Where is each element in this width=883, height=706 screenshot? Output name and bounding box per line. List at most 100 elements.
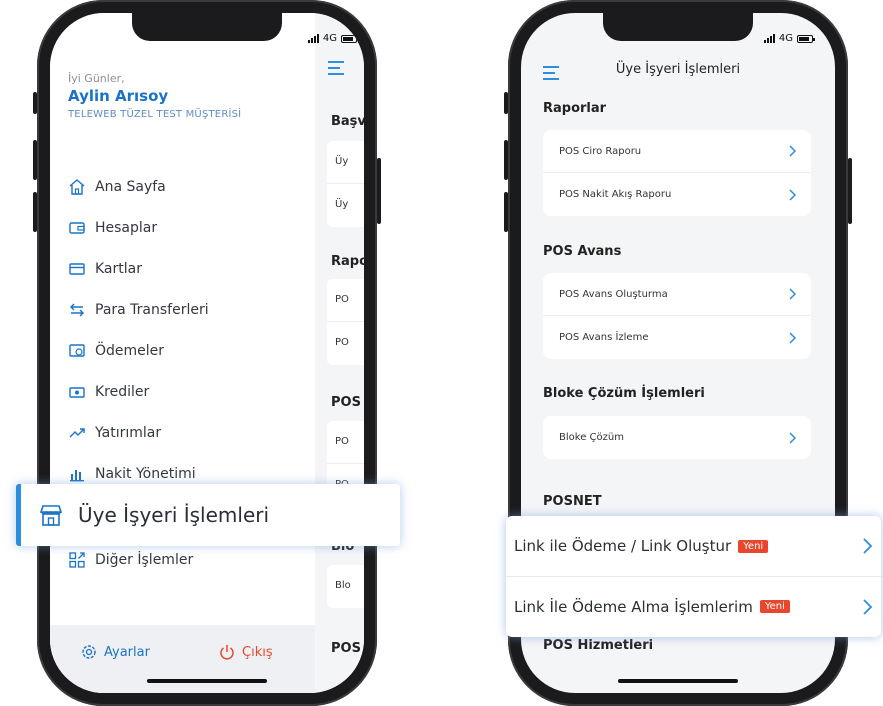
side-button bbox=[504, 192, 508, 232]
chevron-right-icon bbox=[789, 331, 797, 344]
grid-icon bbox=[69, 552, 85, 568]
chevron-right-icon bbox=[789, 431, 797, 444]
chart-icon bbox=[70, 470, 84, 482]
menu-item-nakit-yonetimi[interactable]: Nakit Yönetimi bbox=[68, 465, 196, 483]
cash-icon bbox=[69, 387, 85, 398]
signal-icon bbox=[307, 34, 319, 43]
transfer-icon bbox=[70, 303, 84, 317]
section-card-pos-avans: POS Avans Oluşturma POS Avans İzleme bbox=[543, 273, 811, 359]
status-bar: 4G bbox=[763, 33, 815, 44]
menu-item-yatirimlar[interactable]: Yatırımlar bbox=[68, 424, 161, 442]
new-badge: Yeni bbox=[738, 539, 769, 553]
list-item-pos-nakit-akis-raporu[interactable]: POS Nakit Akış Raporu bbox=[543, 173, 811, 216]
home-icon bbox=[69, 179, 85, 195]
list-item-link-ile-odeme-olustur[interactable]: Link ile Ödeme / Link Oluştur Yeni bbox=[506, 516, 881, 576]
list-item-label: Link İle Ödeme Alma İşlemlerim bbox=[514, 597, 753, 616]
gear-icon bbox=[82, 645, 96, 659]
background-page: Başv Üy Üy Rapo PO PO POS PO PO Blo Blo … bbox=[315, 13, 364, 693]
settings-button[interactable]: Ayarlar bbox=[80, 643, 150, 661]
menu-item-label: Kartlar bbox=[95, 261, 142, 277]
section-title-pos-hizmetleri: POS Hizmetleri bbox=[543, 638, 654, 653]
list-item: Üy bbox=[327, 141, 364, 184]
side-button bbox=[848, 158, 852, 224]
settings-label: Ayarlar bbox=[104, 644, 150, 660]
signal-icon bbox=[763, 34, 775, 43]
section-card: PO PO bbox=[327, 279, 364, 365]
home-indicator bbox=[147, 679, 267, 683]
list-item-link-ile-odeme-alma-islemlerim[interactable]: Link İle Ödeme Alma İşlemlerim Yeni bbox=[506, 576, 881, 636]
greeting: İyi Günler, bbox=[68, 72, 125, 85]
logout-label: Çıkış bbox=[242, 644, 273, 660]
logout-button[interactable]: Çıkış bbox=[218, 643, 273, 661]
list-item-label: POS Ciro Raporu bbox=[559, 145, 642, 157]
network-label: 4G bbox=[778, 33, 793, 44]
menu-item-label: Para Transferleri bbox=[95, 302, 209, 318]
side-button bbox=[33, 92, 37, 114]
list-item: Blo bbox=[335, 580, 351, 591]
power-icon bbox=[220, 645, 234, 660]
chevron-right-icon bbox=[789, 188, 797, 201]
menu-item-para-transferleri[interactable]: Para Transferleri bbox=[68, 301, 209, 319]
left-screen: Başv Üy Üy Rapo PO PO POS PO PO Blo Blo … bbox=[50, 13, 364, 693]
highlighted-menu-item-uye-isyeri-islemleri[interactable]: Üye İşyeri İşlemleri bbox=[16, 484, 400, 546]
app-header: Üye İşyeri İşlemleri bbox=[521, 53, 835, 93]
battery-icon bbox=[341, 34, 359, 43]
card-icon bbox=[69, 263, 85, 275]
section-card-bloke-cozum: Bloke Çözüm bbox=[543, 416, 811, 459]
section-title-raporlar: Raporlar bbox=[543, 101, 607, 116]
menu-item-kartlar[interactable]: Kartlar bbox=[68, 260, 142, 278]
menu-item-label: Krediler bbox=[95, 384, 150, 400]
menu-item-ana-sayfa[interactable]: Ana Sayfa bbox=[68, 178, 166, 196]
menu-item-label: Ana Sayfa bbox=[95, 179, 166, 195]
side-drawer: 4G İyi Günler, Aylin Arısoy TELEWEB TÜZE… bbox=[50, 13, 359, 693]
section-title-bloke-cozum: Bloke Çözüm İşlemleri bbox=[543, 386, 705, 401]
menu-item-odemeler[interactable]: Ödemeler bbox=[68, 342, 164, 360]
trend-icon bbox=[69, 428, 85, 438]
menu-item-krediler[interactable]: Krediler bbox=[68, 383, 149, 401]
side-button bbox=[33, 140, 37, 180]
section-title: POS bbox=[331, 641, 361, 656]
payment-icon bbox=[69, 344, 85, 357]
status-bar: 4G bbox=[307, 33, 359, 44]
store-icon bbox=[39, 505, 63, 526]
hamburger-menu-icon[interactable] bbox=[328, 60, 346, 79]
list-item: PO bbox=[327, 421, 364, 464]
list-item-pos-avans-izleme[interactable]: POS Avans İzleme bbox=[543, 316, 811, 359]
notch bbox=[132, 13, 282, 41]
highlighted-posnet-card: Link ile Ödeme / Link Oluştur Yeni Link … bbox=[506, 516, 881, 637]
list-item-bloke-cozum[interactable]: Bloke Çözüm bbox=[543, 416, 811, 459]
chevron-right-icon bbox=[863, 538, 873, 554]
company-name: TELEWEB TÜZEL TEST MÜŞTERİSİ bbox=[68, 109, 242, 120]
section-card: Üy Üy bbox=[327, 141, 364, 227]
list-item-label: POS Avans İzleme bbox=[559, 332, 649, 343]
menu-item-label: Diğer İşlemler bbox=[95, 552, 194, 568]
list-item-pos-avans-olusturma[interactable]: POS Avans Oluşturma bbox=[543, 273, 811, 316]
list-item-pos-ciro-raporu[interactable]: POS Ciro Raporu bbox=[543, 130, 811, 173]
network-label: 4G bbox=[322, 33, 337, 44]
wallet-icon bbox=[69, 222, 85, 234]
side-button bbox=[33, 192, 37, 232]
menu-item-hesaplar[interactable]: Hesaplar bbox=[68, 219, 157, 237]
list-item: Üy bbox=[335, 199, 349, 210]
menu-item-label: Ödemeler bbox=[95, 343, 165, 359]
home-indicator bbox=[618, 679, 738, 683]
left-phone: Başv Üy Üy Rapo PO PO POS PO PO Blo Blo … bbox=[33, 0, 381, 706]
list-item-label: Link ile Ödeme / Link Oluştur bbox=[514, 537, 732, 555]
side-button bbox=[377, 158, 381, 224]
menu-item-label: Nakit Yönetimi bbox=[95, 466, 196, 482]
menu-item-label: Yatırımlar bbox=[95, 425, 162, 441]
section-card: Blo bbox=[327, 565, 364, 608]
list-item-label: Bloke Çözüm bbox=[559, 432, 624, 443]
chevron-right-icon bbox=[863, 598, 873, 615]
highlighted-menu-label: Üye İşyeri İşlemleri bbox=[78, 503, 270, 527]
user-name: Aylin Arısoy bbox=[68, 87, 169, 105]
menu-item-diger-islemler[interactable]: Diğer İşlemler bbox=[68, 551, 193, 569]
chevron-right-icon bbox=[789, 288, 797, 300]
notch bbox=[603, 13, 753, 41]
list-item-label: POS Nakit Akış Raporu bbox=[559, 189, 672, 200]
section-title: POS bbox=[331, 395, 361, 410]
battery-icon bbox=[797, 34, 815, 43]
section-title: Rapo bbox=[331, 254, 364, 269]
section-title: Başv bbox=[331, 114, 364, 129]
side-button bbox=[504, 140, 508, 180]
